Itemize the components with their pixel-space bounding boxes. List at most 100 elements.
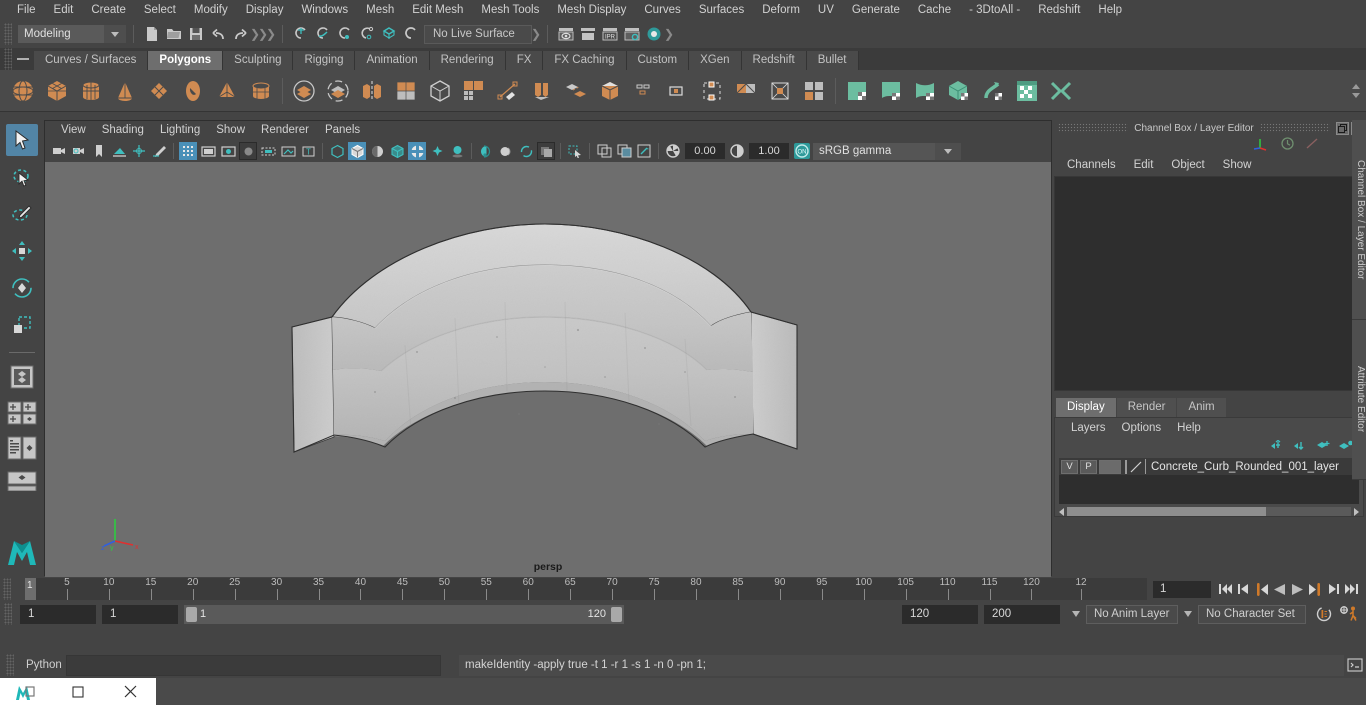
shelf-tab-animation[interactable]: Animation [355,51,430,70]
menu-item-mesh-display[interactable]: Mesh Display [548,0,635,20]
panel-grip-left[interactable] [1058,123,1129,133]
bridge-icon[interactable] [559,74,593,108]
uv-editor-icon[interactable] [840,74,874,108]
shelf-tab-curves-surfaces[interactable]: Curves / Surfaces [34,51,149,70]
anti-aliasing-icon[interactable] [517,142,535,160]
playback-start-time-field[interactable]: 1 [102,604,178,624]
exposure-display-icon[interactable] [279,142,297,160]
shelf-scroll-arrows[interactable] [1348,72,1364,110]
new-layer-from-selected-icon[interactable] [1339,440,1353,454]
extrude-icon[interactable] [491,74,525,108]
image-plane-icon[interactable] [110,142,128,160]
shelf-tab-fx[interactable]: FX [505,51,544,70]
depth-of-field-icon[interactable] [537,142,555,160]
new-layer-icon[interactable] [1316,440,1330,454]
maya-app-icon[interactable] [0,678,52,705]
xray-icon[interactable] [595,142,613,160]
step-back-frame-icon[interactable] [1253,580,1270,599]
exposure-icon[interactable] [664,142,682,160]
play-forwards-icon[interactable] [1289,580,1306,599]
wedge-icon[interactable] [627,74,661,108]
camera-attributes-icon[interactable] [70,142,88,160]
open-scene-icon[interactable] [163,23,185,45]
wireframe-shading-icon[interactable] [328,142,346,160]
bevel-icon[interactable] [525,74,559,108]
poly-pipe-icon[interactable] [244,74,278,108]
cylindrical-mapping-icon[interactable] [908,74,942,108]
color-management-dropdown-arrow[interactable] [935,142,961,160]
select-tool-icon[interactable] [6,124,38,156]
character-set-dropdown-arrow[interactable] [1178,605,1198,624]
animation-end-time-field[interactable]: 200 [984,604,1060,624]
xray-active-components-icon[interactable] [635,142,653,160]
channel-box-menu-channels[interactable]: Channels [1058,159,1125,171]
render-view-icon[interactable] [555,23,577,45]
go-to-start-icon[interactable] [1217,580,1234,599]
menu-item-cache[interactable]: Cache [909,0,960,20]
shelf-tab-fx-caching[interactable]: FX Caching [543,51,627,70]
boolean-difference-icon[interactable] [321,74,355,108]
time-slider-grip[interactable] [3,578,11,600]
insert-edge-loop-icon[interactable] [695,74,729,108]
shelf-tab-xgen[interactable]: XGen [689,51,742,70]
close-icon[interactable] [104,678,156,705]
layer-row[interactable]: V P Concrete_Curb_Rounded_001_layer [1059,458,1359,475]
shelf-menu-icon[interactable] [12,48,34,70]
texture-display-icon[interactable] [408,142,426,160]
menu-item-modify[interactable]: Modify [185,0,237,20]
layer-menu-layers[interactable]: Layers [1063,422,1114,434]
layer-playback-toggle[interactable]: P [1080,459,1097,474]
append-polygon-icon[interactable] [593,74,627,108]
snap-to-projected-center-icon[interactable] [356,23,378,45]
poly-cone-icon[interactable] [108,74,142,108]
shelf-tab-sculpting[interactable]: Sculpting [223,51,294,70]
layer-list-horizontal-scrollbar[interactable] [1059,506,1359,517]
status-line-grip[interactable] [4,23,12,45]
resolution-gate-icon[interactable] [219,142,237,160]
boolean-union-icon[interactable] [287,74,321,108]
clock-icon[interactable] [1280,136,1295,154]
command-line-grip[interactable] [6,654,14,676]
layer-shading-toggle[interactable] [1099,459,1121,474]
combine-icon[interactable] [389,74,423,108]
move-layer-down-icon[interactable] [1293,440,1307,454]
shelf-tab-redshift[interactable]: Redshift [741,51,807,70]
auto-keyframe-icon[interactable] [1312,603,1336,625]
poly-plane-icon[interactable] [142,74,176,108]
poly-pyramid-icon[interactable] [210,74,244,108]
flat-shade-icon[interactable] [368,142,386,160]
offset-edge-loop-icon[interactable] [729,74,763,108]
vertical-tab-channel-box[interactable]: Channel Box / Layer Editor [1352,120,1366,320]
channel-box-menu-object[interactable]: Object [1162,159,1213,171]
planar-mapping-icon[interactable] [874,74,908,108]
viewport-menu-shading[interactable]: Shading [94,121,152,140]
menu-item-surfaces[interactable]: Surfaces [690,0,753,20]
layer-list[interactable]: V P Concrete_Curb_Rounded_001_layer [1059,458,1359,504]
command-language-label[interactable]: Python [14,659,66,671]
persp-outliner-layout-icon[interactable] [6,398,38,428]
redo-icon[interactable] [229,23,251,45]
multi-cut-icon[interactable] [457,74,491,108]
current-frame-field[interactable]: 1 [1153,580,1211,598]
color-management-toggle-icon[interactable]: ON [792,142,812,160]
exposure-value-field[interactable]: 0.00 [685,143,725,159]
unfold-icon[interactable] [976,74,1010,108]
channel-box-content-area[interactable] [1054,176,1364,391]
panel-grip-right[interactable] [1259,123,1331,133]
menu-item-mesh[interactable]: Mesh [357,0,403,20]
color-management-field[interactable]: sRGB gamma [813,142,935,160]
range-slider-bar[interactable]: 1 120 [184,604,624,624]
merge-vertices-icon[interactable] [797,74,831,108]
shelf-tab-rigging[interactable]: Rigging [293,51,356,70]
shaded-wireframe-icon[interactable] [388,142,406,160]
poly-cylinder-icon[interactable] [74,74,108,108]
shelf-tab-polygons[interactable]: Polygons [148,51,224,70]
screen-space-ao-icon[interactable] [477,142,495,160]
play-backwards-icon[interactable] [1271,580,1288,599]
anim-layer-dropdown-arrow[interactable] [1066,605,1086,624]
menu-item-deform[interactable]: Deform [753,0,809,20]
quad-draw-icon[interactable] [661,74,695,108]
layer-tab-display[interactable]: Display [1056,398,1116,417]
command-input[interactable] [66,654,441,676]
motion-blur-icon[interactable] [497,142,515,160]
